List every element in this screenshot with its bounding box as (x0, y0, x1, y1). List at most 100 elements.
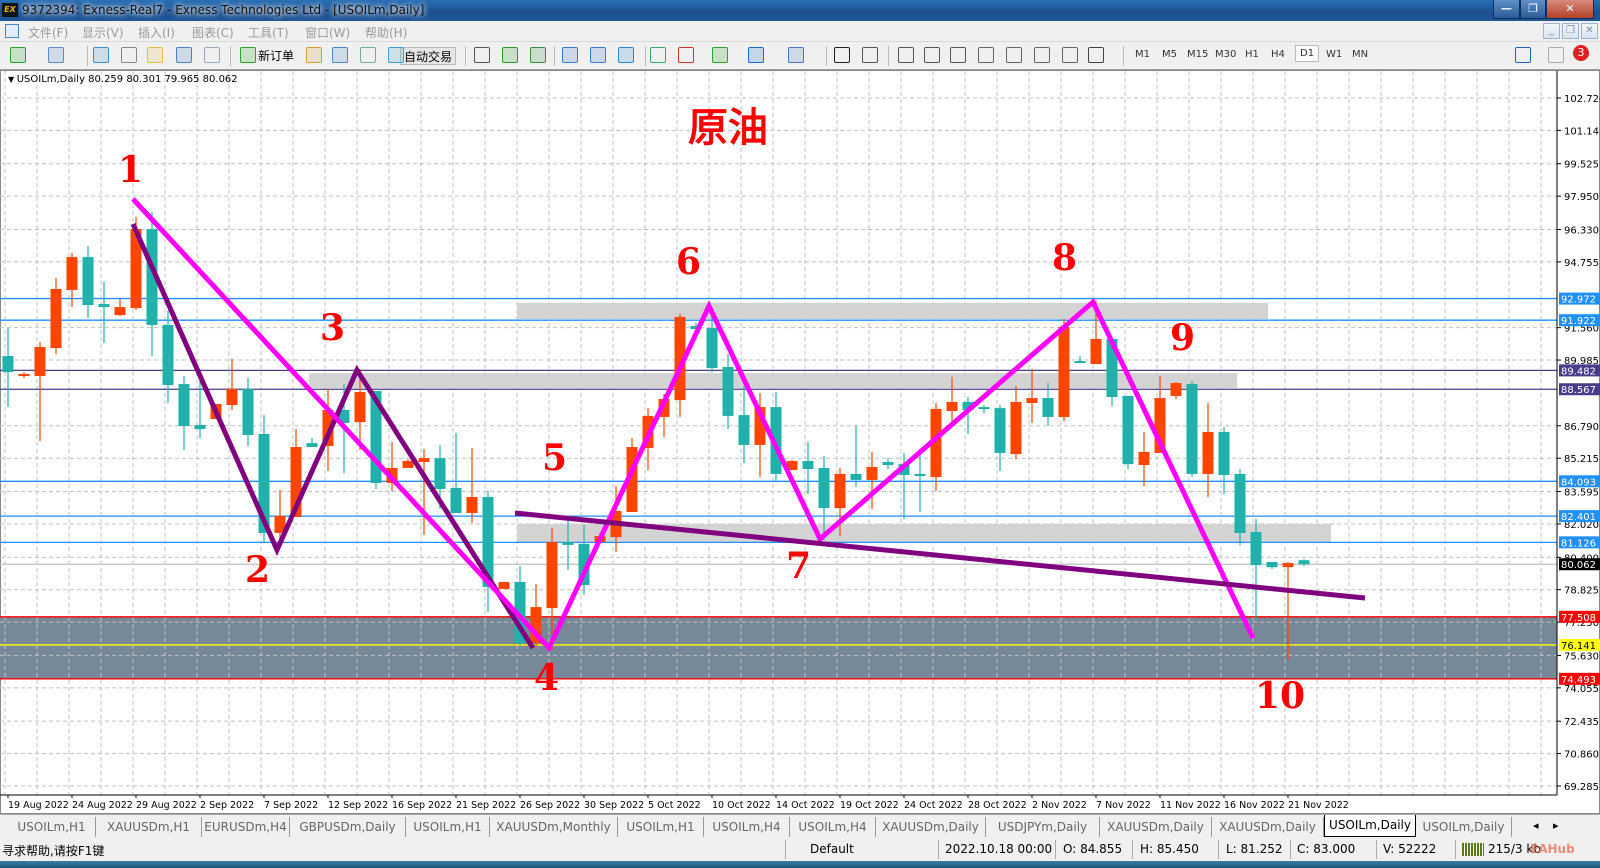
candle-body (1090, 338, 1102, 365)
candle-body (994, 408, 1006, 453)
price-tick-label: 69.285 (1564, 782, 1599, 793)
wave-label-10: 10 (1255, 675, 1306, 717)
candle-body (834, 473, 846, 509)
chart-title-crude-oil: 原油 (688, 105, 768, 151)
windows-taskbar (0, 861, 1600, 868)
price-tick-label: 83.595 (1564, 488, 1599, 499)
chart-tab[interactable]: XAUUSDm,H1 (96, 817, 202, 837)
candle-body (178, 384, 190, 427)
candle-body (1266, 562, 1278, 568)
candle-body (1122, 395, 1134, 465)
candle-body (306, 443, 318, 447)
wave-label-9: 9 (1170, 317, 1196, 359)
time-tick-label: 16 Nov 2022 (1224, 800, 1285, 811)
chart-tab[interactable]: XAUUSDm,Monthly (490, 817, 618, 837)
status-low: L: 81.252 (1226, 842, 1283, 856)
time-tick-label: 7 Nov 2022 (1096, 800, 1151, 811)
time-tick-label: 12 Sep 2022 (328, 800, 388, 811)
chart-symbol-ohlc: USOILm,Daily 80.259 80.301 79.965 80.062 (16, 74, 238, 85)
plot-area (0, 71, 1557, 795)
status-help: 寻求帮助,请按F1键 (2, 844, 105, 858)
time-tick-label: 30 Sep 2022 (584, 800, 644, 811)
chart-tab[interactable]: XAUUSDm,Daily (876, 817, 986, 837)
tab-scroll-left-button[interactable]: ◂ (1533, 819, 1539, 832)
eahub-watermark: EAHub (1530, 842, 1575, 856)
status-profile[interactable]: Default (810, 842, 854, 856)
wave-label-8: 8 (1052, 237, 1078, 279)
price-chart[interactable]: 102.720101.14599.52597.95096.33094.75591… (0, 0, 1600, 868)
price-tick-label: 70.860 (1564, 750, 1599, 761)
candle-body (866, 466, 878, 480)
time-tick-label: 5 Oct 2022 (648, 800, 701, 811)
wave-label-6: 6 (676, 241, 702, 283)
candle-body (1074, 360, 1086, 364)
candle-body (802, 460, 814, 470)
price-level-label: 91.922 (1561, 316, 1596, 327)
support-zone (0, 616, 1557, 679)
time-tick-label: 24 Oct 2022 (904, 800, 963, 811)
chart-tab[interactable]: USDJPYm,Daily (986, 817, 1100, 837)
wave-label-4: 4 (534, 657, 560, 699)
time-tick-label: 19 Aug 2022 (8, 800, 69, 811)
time-tick-label: 11 Nov 2022 (1160, 800, 1221, 811)
chart-tab[interactable]: GBPUSDm,Daily (290, 817, 406, 837)
price-level-label: 76.141 (1561, 641, 1596, 652)
candle-body (50, 288, 62, 349)
chart-tab[interactable]: USOILm,H1 (406, 817, 490, 837)
candle-body (1138, 451, 1150, 466)
chart-tab[interactable]: USOILm,Daily (1416, 817, 1512, 837)
price-tick-label: 94.755 (1564, 258, 1599, 269)
candle-body (498, 581, 510, 589)
chart-tab[interactable]: EURUSDm,H4 (202, 817, 290, 837)
time-tick-label: 14 Oct 2022 (776, 800, 835, 811)
time-tick-label: 21 Nov 2022 (1288, 800, 1349, 811)
connection-status-icon[interactable] (1462, 843, 1484, 856)
candle-body (1218, 431, 1230, 475)
tab-scroll-right-button[interactable]: ▸ (1553, 819, 1559, 832)
candle-body (546, 542, 558, 609)
chart-tab[interactable]: XAUUSDm,Daily (1212, 817, 1324, 837)
price-level-label: 92.972 (1561, 295, 1596, 306)
candle-body (450, 487, 462, 514)
chart-tab[interactable]: USOILm,H4 (704, 817, 790, 837)
candle-body (1042, 398, 1054, 417)
candle-body (1202, 431, 1214, 474)
price-tick-label: 102.720 (1564, 94, 1600, 105)
price-tick-label: 99.525 (1564, 160, 1599, 171)
time-tick-label: 10 Oct 2022 (712, 800, 771, 811)
candle-body (914, 473, 926, 477)
wave-label-1: 1 (118, 149, 144, 191)
resistance-zone (517, 302, 1268, 319)
candle-body (562, 542, 574, 545)
candle-body (114, 307, 126, 316)
status-bar: 寻求帮助,请按F1键 Default 2022.10.18 00:00 O: 8… (0, 838, 1600, 861)
candle-body (722, 366, 734, 416)
chart-tab[interactable]: USOILm,H1 (8, 817, 96, 837)
candle-body (978, 407, 990, 410)
candle-body (850, 473, 862, 480)
wave-label-2: 2 (245, 549, 271, 591)
candle-body (226, 388, 238, 406)
candle-body (66, 257, 78, 290)
status-open: O: 84.855 (1063, 842, 1123, 856)
candle-body (162, 324, 174, 386)
chart-tab[interactable]: USOILm,Daily (1324, 815, 1416, 837)
time-tick-label: 16 Sep 2022 (392, 800, 452, 811)
chart-tab[interactable]: USOILm,H1 (618, 817, 704, 837)
collapse-arrow-icon[interactable]: ▼ (8, 75, 17, 84)
candle-body (1170, 382, 1182, 396)
candle-body (1250, 531, 1262, 566)
price-tick-label: 78.825 (1564, 586, 1599, 597)
chart-tab[interactable]: USOILm,H4 (790, 817, 876, 837)
candle-body (946, 401, 958, 411)
candle-body (1234, 473, 1246, 534)
price-level-label: 89.482 (1561, 366, 1596, 377)
candle-body (194, 424, 206, 430)
price-level-label: 88.567 (1561, 385, 1596, 396)
chart-tab[interactable]: XAUUSDm,Daily (1100, 817, 1212, 837)
price-level-label: 80.062 (1561, 560, 1596, 571)
price-tick-label: 75.630 (1564, 651, 1599, 662)
status-volume: V: 52222 (1383, 842, 1437, 856)
candle-body (818, 467, 830, 509)
candle-body (1026, 398, 1038, 403)
